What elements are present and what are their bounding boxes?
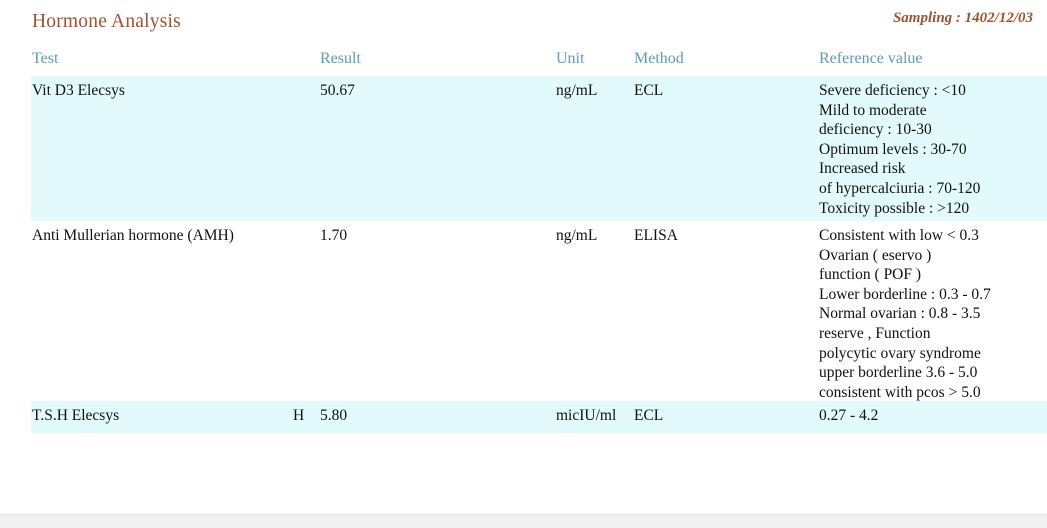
column-header-reference-value: Reference value bbox=[819, 50, 923, 67]
row-background bbox=[31, 401, 1047, 433]
lab-results-table: Test Result Unit Method Reference value … bbox=[0, 50, 1047, 433]
table-row: Vit D3 Elecsys 50.67 ng/mL ECL Severe de… bbox=[0, 76, 1047, 221]
cell-result-value: 50.67 bbox=[320, 82, 355, 99]
cell-unit: micIU/ml bbox=[556, 407, 617, 424]
report-header: Hormone Analysis Sampling : 1402/12/03 bbox=[0, 0, 1047, 48]
cell-test-name: Vit D3 Elecsys bbox=[32, 82, 125, 99]
cell-result-value: 1.70 bbox=[320, 227, 348, 244]
cell-method: ECL bbox=[634, 82, 664, 99]
table-header-row: Test Result Unit Method Reference value bbox=[0, 50, 1047, 77]
sampling-date: Sampling : 1402/12/03 bbox=[892, 10, 1033, 26]
column-header-test: Test bbox=[32, 50, 59, 67]
cell-unit: ng/mL bbox=[556, 82, 598, 99]
cell-reference-value: Consistent with low < 0.3 Ovarian ( eser… bbox=[819, 227, 991, 401]
status-badge-high: H bbox=[293, 407, 305, 424]
lab-report-page: Hormone Analysis Sampling : 1402/12/03 T… bbox=[0, 0, 1047, 528]
cell-reference-value: 0.27 - 4.2 bbox=[819, 407, 879, 424]
cell-reference-value: Severe deficiency : <10 Mild to moderate… bbox=[819, 82, 981, 217]
cell-unit: ng/mL bbox=[556, 227, 598, 244]
window-bottom-strip bbox=[0, 514, 1047, 528]
cell-method: ECL bbox=[634, 407, 664, 424]
page-title: Hormone Analysis bbox=[32, 11, 181, 32]
column-header-unit: Unit bbox=[556, 50, 585, 67]
column-header-result: Result bbox=[320, 50, 361, 67]
cell-test-name: T.S.H Elecsys bbox=[32, 407, 120, 424]
table-row: Anti Mullerian hormone (AMH) 1.70 ng/mL … bbox=[0, 221, 1047, 401]
cell-result-value: 5.80 bbox=[320, 407, 348, 424]
table-row: T.S.H Elecsys H 5.80 micIU/ml ECL 0.27 -… bbox=[0, 401, 1047, 433]
cell-method: ELISA bbox=[634, 227, 678, 244]
column-header-method: Method bbox=[634, 50, 684, 67]
cell-test-name: Anti Mullerian hormone (AMH) bbox=[32, 227, 234, 244]
table-body: Vit D3 Elecsys 50.67 ng/mL ECL Severe de… bbox=[0, 76, 1047, 433]
